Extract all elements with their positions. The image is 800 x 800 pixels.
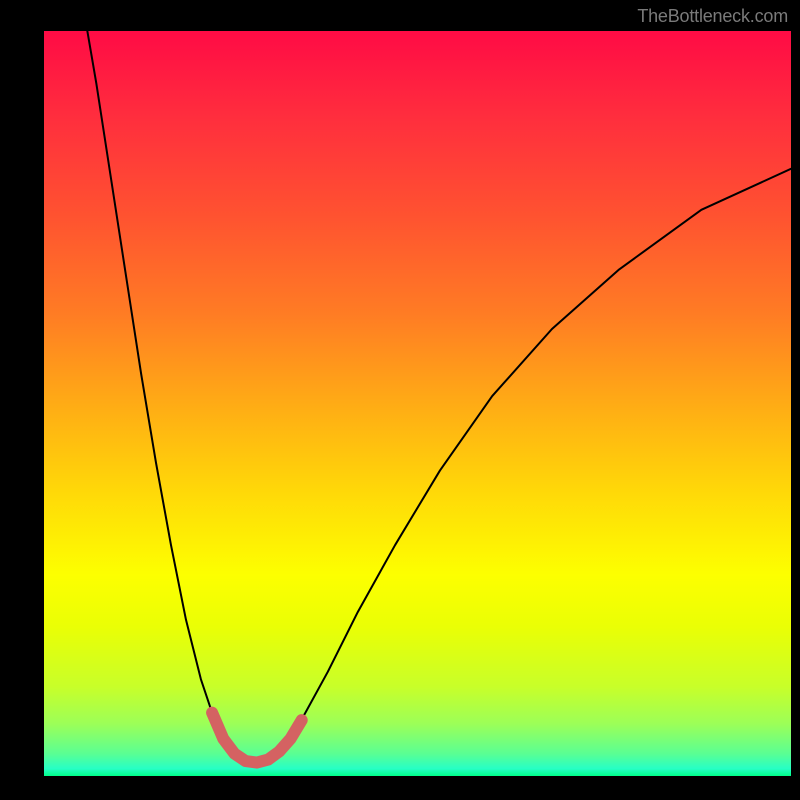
- chart-frame: TheBottleneck.com: [0, 0, 800, 800]
- plot-area: [44, 31, 791, 776]
- gradient-background: [44, 31, 791, 776]
- watermark: TheBottleneck.com: [637, 6, 788, 27]
